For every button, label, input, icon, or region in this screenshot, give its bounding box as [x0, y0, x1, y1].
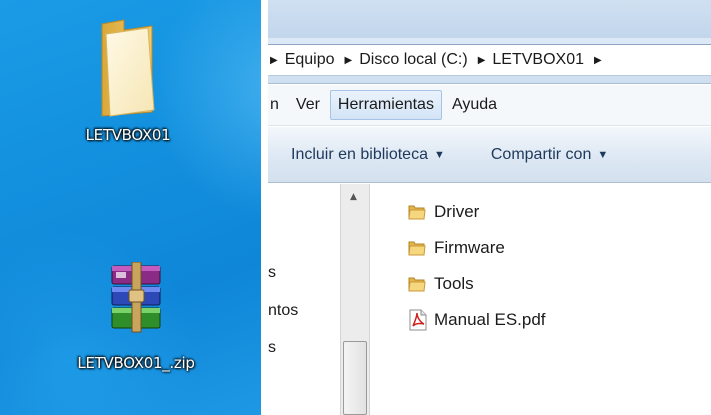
breadcrumb-letvbox01[interactable]: LETVBOX01: [492, 51, 584, 69]
chevron-right-icon[interactable]: ▶: [345, 55, 353, 66]
file-item-manual-pdf[interactable]: Manual ES.pdf: [408, 302, 708, 338]
chevron-right-icon[interactable]: ▶: [270, 55, 278, 66]
desktop-icon-label: LETVBOX01_.zip: [77, 354, 195, 372]
caret-down-icon: ▼: [433, 148, 445, 161]
file-name: Manual ES.pdf: [434, 310, 546, 329]
file-list: Driver Firmware Tools Manual ES.pdf: [408, 194, 708, 338]
breadcrumb-equipo[interactable]: Equipo: [285, 51, 335, 69]
pdf-icon: [408, 309, 434, 331]
file-name: Tools: [434, 274, 474, 293]
include-in-library-label: Incluir en biblioteca: [291, 145, 428, 163]
menu-item-ver[interactable]: Ver: [289, 91, 327, 119]
file-item-driver[interactable]: Driver: [408, 194, 708, 230]
winrar-archive-icon: [111, 262, 161, 333]
folder-icon: [408, 203, 434, 221]
desktop: LETVBOX01 LETVBOX01_.zip: [0, 0, 261, 415]
desktop-icon-label: LETVBOX01: [85, 126, 171, 144]
chevron-right-icon[interactable]: ▶: [594, 55, 602, 66]
breadcrumb-local-disk[interactable]: Disco local (C:): [359, 51, 467, 69]
nav-scrollbar[interactable]: ▲: [340, 184, 370, 415]
file-item-tools[interactable]: Tools: [408, 266, 708, 302]
breadcrumb[interactable]: ▶ Equipo ▶ Disco local (C:) ▶ LETVBOX01 …: [268, 44, 711, 76]
caret-down-icon: ▼: [597, 148, 609, 161]
title-bar: [268, 0, 711, 38]
nav-item[interactable]: ntos: [268, 302, 298, 320]
address-bar: ▶ Equipo ▶ Disco local (C:) ▶ LETVBOX01 …: [268, 38, 711, 84]
scrollbar-thumb[interactable]: [343, 341, 367, 415]
file-name: Firmware: [434, 238, 505, 257]
navigation-pane: s ntos s: [268, 184, 340, 415]
command-bar: Incluir en biblioteca ▼ Compartir con ▼: [268, 127, 711, 183]
desktop-icon-letvbox-folder[interactable]: LETVBOX01: [48, 18, 208, 144]
folder-icon: [101, 19, 155, 117]
file-name: Driver: [434, 202, 480, 221]
chevron-right-icon[interactable]: ▶: [478, 55, 486, 66]
share-with-label: Compartir con: [490, 145, 592, 163]
menu-item-herramientas[interactable]: Herramientas: [329, 90, 442, 120]
explorer-window: ▶ Equipo ▶ Disco local (C:) ▶ LETVBOX01 …: [268, 0, 711, 415]
nav-item[interactable]: s: [268, 339, 276, 357]
scroll-up-arrow-icon[interactable]: ▲: [350, 192, 357, 202]
include-in-library-button[interactable]: Incluir en biblioteca ▼: [291, 146, 445, 164]
screenshot-divider: [261, 0, 268, 415]
folder-icon: [408, 275, 434, 293]
menu-bar: n Ver Herramientas Ayuda: [268, 85, 711, 126]
nav-item[interactable]: s: [268, 264, 276, 282]
file-item-firmware[interactable]: Firmware: [408, 230, 708, 266]
folder-icon: [408, 239, 434, 257]
menu-item-partial[interactable]: n: [268, 91, 286, 119]
menu-item-ayuda[interactable]: Ayuda: [445, 91, 504, 119]
desktop-icon-letvbox-zip[interactable]: LETVBOX01_.zip: [56, 262, 216, 372]
share-with-button[interactable]: Compartir con ▼: [491, 146, 608, 164]
